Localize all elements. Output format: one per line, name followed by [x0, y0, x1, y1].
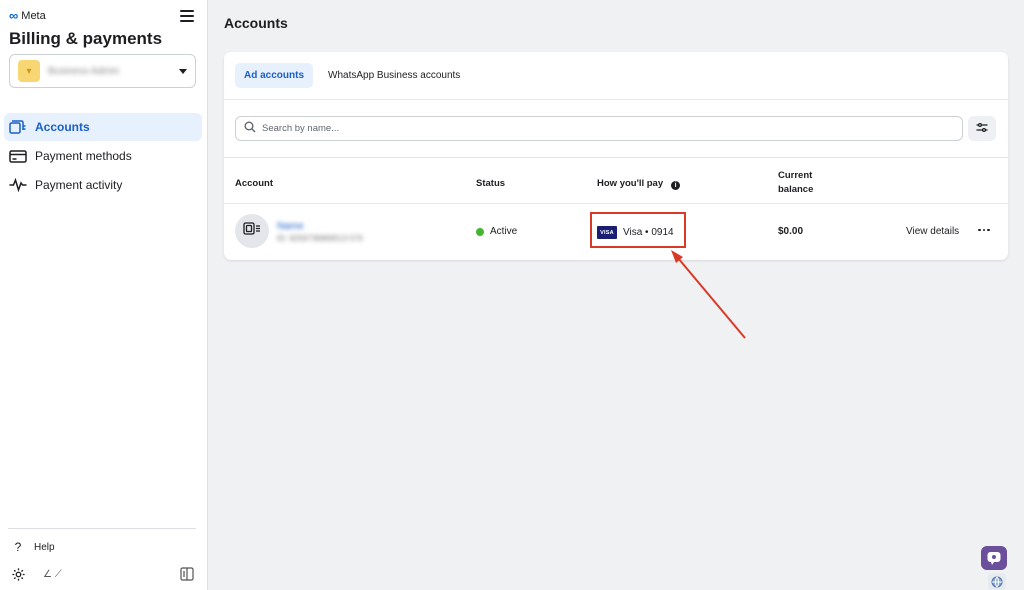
sidebar-item-payment-activity[interactable]: Payment activity [4, 171, 202, 199]
current-balance: $0.00 [778, 226, 804, 237]
search-divider [224, 157, 1008, 158]
column-header-payment-label: How you'll pay [597, 178, 664, 189]
main-title: Accounts [224, 15, 288, 31]
status-label: Active [490, 226, 518, 237]
sidebar-item-label: Payment methods [35, 149, 132, 163]
tab-whatsapp-business-accounts[interactable]: WhatsApp Business accounts [319, 63, 469, 88]
sidebar-divider [8, 528, 196, 529]
help-link[interactable]: ? Help [12, 540, 55, 554]
ad-account-avatar [235, 214, 269, 248]
tab-bar: Ad accounts WhatsApp Business accounts [235, 63, 475, 88]
header-divider [224, 203, 1008, 204]
annotation-highlight-box [590, 212, 686, 248]
account-selector[interactable]: ▾ Business Admin [9, 54, 196, 88]
info-icon[interactable]: i [671, 181, 681, 190]
sidebar-nav: Accounts Payment methods Payment activit… [4, 113, 202, 200]
column-header-payment: How you'll pay i [597, 177, 681, 191]
search-icon [244, 120, 256, 138]
gear-icon[interactable] [11, 567, 26, 587]
caret-down-icon [179, 68, 187, 74]
column-header-balance-line1: Current [778, 170, 813, 181]
account-avatar: ▾ [18, 60, 40, 82]
help-label: Help [34, 541, 55, 553]
filter-button[interactable] [968, 116, 996, 141]
status-badge: Active [476, 226, 517, 237]
ad-account-name-link[interactable]: Name [277, 221, 304, 232]
menu-icon[interactable] [180, 10, 194, 22]
tab-ad-accounts[interactable]: Ad accounts [235, 63, 314, 88]
account-selector-name: Business Admin [48, 65, 120, 77]
view-details-link[interactable]: View details [906, 226, 959, 237]
sidebar-item-label: Payment activity [35, 178, 123, 192]
sidebar-item-accounts[interactable]: Accounts [4, 113, 202, 141]
accounts-icon [9, 119, 27, 135]
sidebar-footer: ∠ ⟋ [11, 567, 196, 583]
globe-icon[interactable] [988, 573, 1006, 590]
column-header-account: Account [235, 178, 273, 189]
collapse-panel-icon[interactable] [180, 567, 194, 586]
meta-brand-label: Meta [21, 9, 46, 22]
search-input[interactable] [235, 116, 963, 141]
status-dot [476, 227, 484, 236]
activity-pulse-icon [9, 177, 27, 193]
sidebar-item-label: Accounts [35, 120, 90, 134]
more-options-icon[interactable] [976, 222, 992, 238]
search-field[interactable] [262, 123, 862, 134]
credit-card-icon [9, 148, 27, 164]
ad-account-id: ID: 9259736869513 570 [277, 234, 363, 243]
sidebar-item-payment-methods[interactable]: Payment methods [4, 142, 202, 170]
tabs-divider [224, 99, 1008, 100]
page-title: Billing & payments [9, 29, 163, 48]
sliders-icon [976, 120, 988, 138]
sidebar: ∞ Meta Billing & payments ▾ Business Adm… [0, 0, 208, 590]
feedback-icon[interactable]: ∠ ⟋ [43, 569, 62, 580]
meta-logo-icon: ∞ [9, 8, 19, 23]
column-header-status: Status [476, 178, 506, 189]
column-header-balance: Current balance [778, 169, 813, 197]
assistant-widget-icon[interactable] [981, 546, 1007, 570]
meta-brand: ∞ Meta [9, 9, 46, 22]
column-header-balance-line2: balance [778, 184, 814, 195]
ad-account-icon [243, 222, 261, 240]
question-icon: ? [14, 540, 22, 554]
